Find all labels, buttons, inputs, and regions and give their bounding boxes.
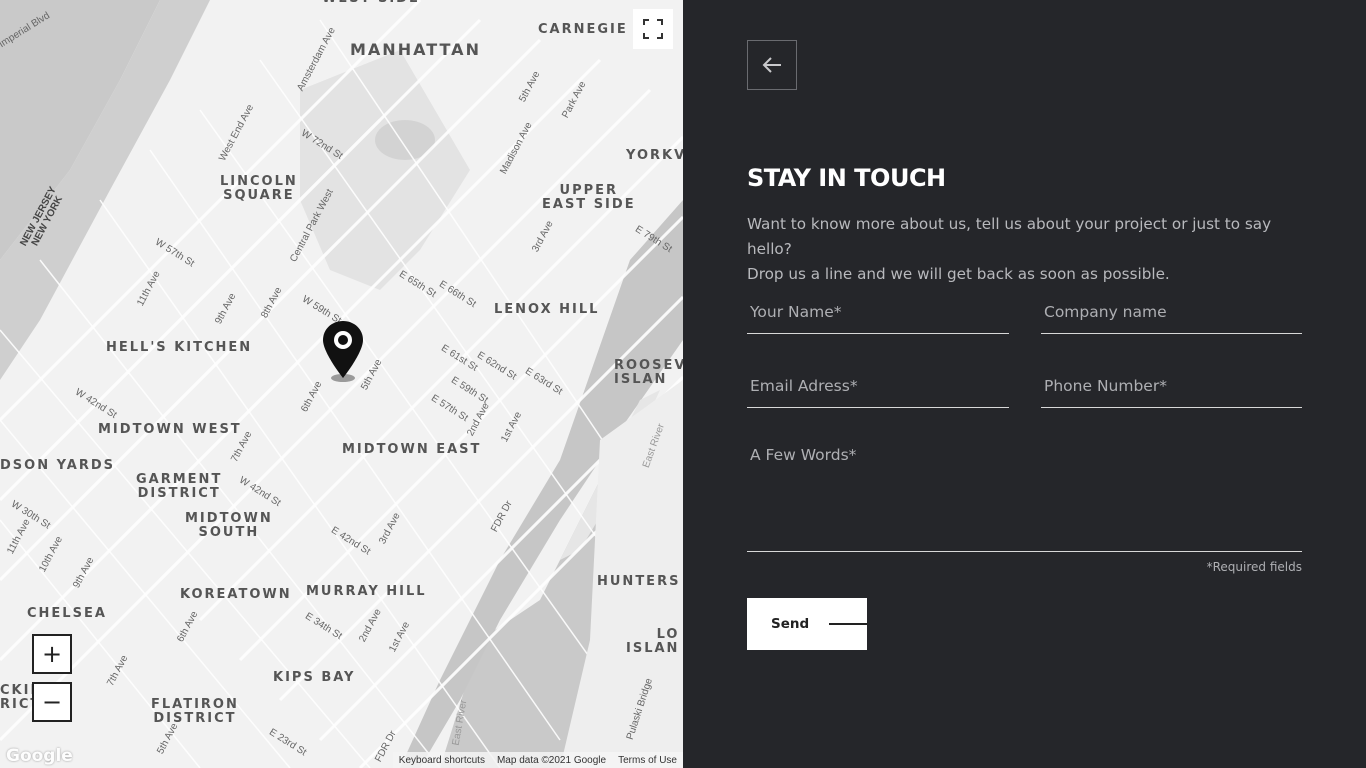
contact-panel: STAY IN TOUCH Want to know more about us… xyxy=(683,0,1366,768)
neighborhood-label: WEST SIDE xyxy=(322,0,420,6)
neighborhood-label: CHELSEA xyxy=(27,606,107,621)
neighborhood-label: MIDTOWN EAST xyxy=(342,442,482,457)
keyboard-shortcuts-link[interactable]: Keyboard shortcuts xyxy=(399,755,485,766)
send-button[interactable]: Send xyxy=(747,598,867,650)
message-field-wrapper xyxy=(747,436,1302,552)
neighborhood-label: HUNTERS xyxy=(597,574,681,589)
neighborhood-label: LINCOLN SQUARE xyxy=(220,174,298,203)
phone-field[interactable] xyxy=(1041,364,1302,407)
send-line-decoration xyxy=(829,623,867,625)
fullscreen-icon xyxy=(643,19,663,39)
message-field[interactable] xyxy=(747,436,1302,551)
neighborhood-label: HELL'S KITCHEN xyxy=(106,340,253,355)
neighborhood-label: DSON YARDS xyxy=(0,458,116,473)
terms-link[interactable]: Terms of Use xyxy=(618,755,677,766)
email-field-wrapper xyxy=(747,364,1009,408)
arrow-left-icon xyxy=(762,57,781,73)
email-field[interactable] xyxy=(747,364,1009,407)
zoom-out-label: − xyxy=(41,688,63,716)
send-label: Send xyxy=(771,616,810,632)
description-line: Drop us a line and we will get back as s… xyxy=(747,265,1170,283)
company-field-wrapper xyxy=(1041,290,1302,334)
name-field-wrapper xyxy=(747,290,1009,334)
neighborhood-label: FLATIRON DISTRICT xyxy=(151,697,239,726)
google-logo: Google xyxy=(6,746,73,766)
location-pin-icon xyxy=(323,321,363,382)
neighborhood-label: CARNEGIE xyxy=(538,22,628,37)
neighborhood-label: YORKV xyxy=(626,148,683,163)
map[interactable]: MANHATTAN CARNEGIE LINCOLN SQUARE UPPER EA… xyxy=(0,0,683,768)
neighborhood-label: MANHATTAN xyxy=(350,40,481,59)
zoom-out-button[interactable]: − xyxy=(32,682,72,722)
neighborhood-label: ROOSEV ISLAN xyxy=(614,358,683,387)
page-title: STAY IN TOUCH xyxy=(747,164,946,192)
neighborhood-label: MURRAY HILL xyxy=(306,584,427,599)
neighborhood-label: MIDTOWN WEST xyxy=(98,422,242,437)
zoom-in-button[interactable]: + xyxy=(32,634,72,674)
name-field[interactable] xyxy=(747,290,1009,333)
neighborhood-label: MIDTOWN SOUTH xyxy=(185,511,273,540)
neighborhood-label: LENOX HILL xyxy=(494,302,600,317)
map-marker[interactable] xyxy=(322,320,364,389)
company-field[interactable] xyxy=(1041,290,1302,333)
neighborhood-label: KIPS BAY xyxy=(273,670,356,685)
zoom-in-label: + xyxy=(41,640,63,668)
description: Want to know more about us, tell us abou… xyxy=(747,212,1317,287)
neighborhood-label: GARMENT DISTRICT xyxy=(136,472,223,501)
neighborhood-label: LO ISLAN xyxy=(626,627,680,656)
neighborhood-label: UPPER EAST SIDE xyxy=(542,183,636,212)
neighborhood-label: KOREATOWN xyxy=(180,587,292,602)
description-line: Want to know more about us, tell us abou… xyxy=(747,215,1272,258)
required-note: *Required fields xyxy=(1206,560,1302,574)
phone-field-wrapper xyxy=(1041,364,1302,408)
fullscreen-button[interactable] xyxy=(633,9,673,49)
back-button[interactable] xyxy=(747,40,797,90)
map-data-text: Map data ©2021 Google xyxy=(496,754,607,766)
map-attribution: Keyboard shortcuts Map data ©2021 Google… xyxy=(392,752,683,768)
